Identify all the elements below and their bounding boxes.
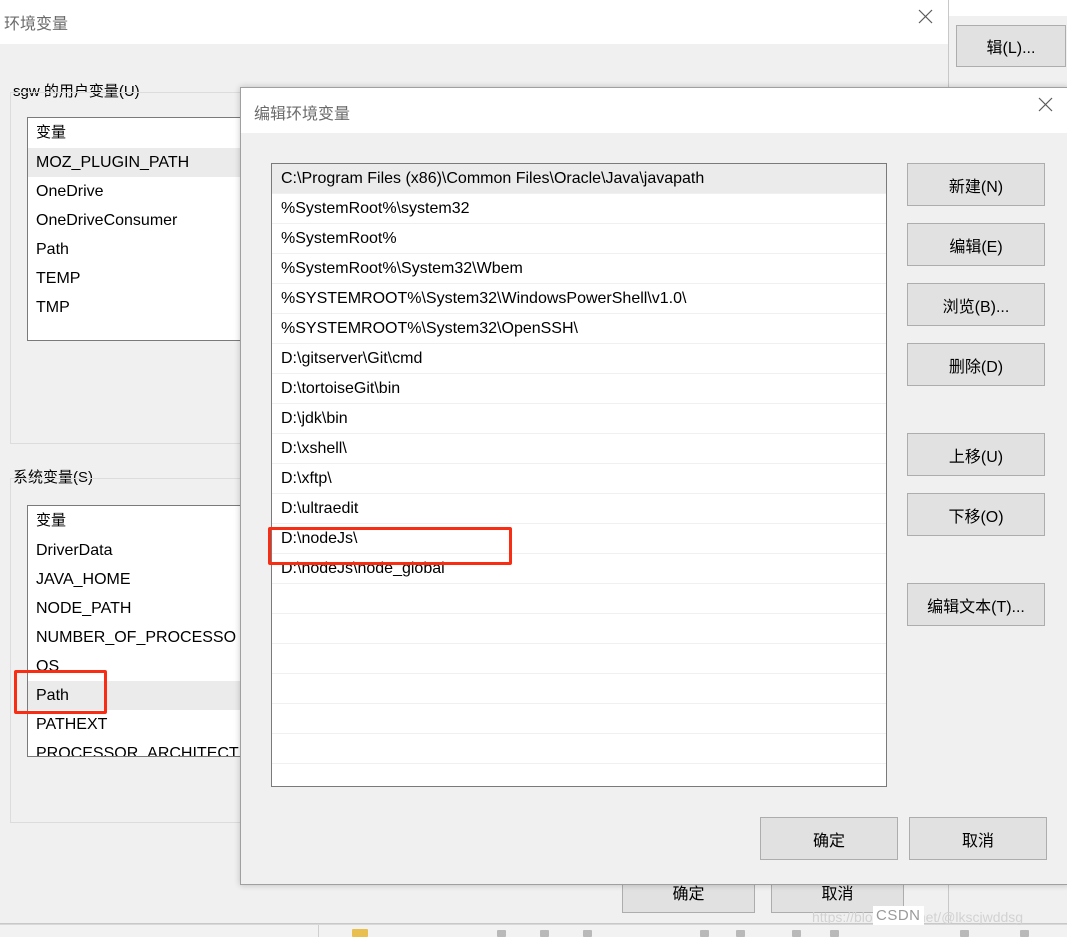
edit-dialog-title: 编辑环境变量	[254, 106, 351, 123]
list-item[interactable]: %SYSTEMROOT%\System32\WindowsPowerShell\…	[272, 284, 886, 314]
list-item[interactable]: %SystemRoot%	[272, 224, 886, 254]
list-item[interactable]: D:\xftp\	[272, 464, 886, 494]
list-item[interactable]: D:\tortoiseGit\bin	[272, 374, 886, 404]
close-icon[interactable]	[902, 0, 948, 32]
close-icon[interactable]	[1022, 88, 1067, 120]
list-item-empty[interactable]	[272, 584, 886, 614]
watermark-badge: CSDN	[873, 906, 924, 925]
list-item[interactable]: D:\xshell\	[272, 434, 886, 464]
edit-text-button[interactable]: 编辑文本(T)...	[907, 583, 1045, 626]
list-item-empty[interactable]	[272, 644, 886, 674]
list-item[interactable]: D:\jdk\bin	[272, 404, 886, 434]
desktop-backdrop-right-top	[949, 0, 1067, 16]
list-item[interactable]: D:\nodeJs\node_global	[272, 554, 886, 584]
list-item-empty[interactable]	[272, 734, 886, 764]
list-item-empty[interactable]	[272, 614, 886, 644]
edit-environment-variable-dialog: 编辑环境变量 C:\Program Files (x86)\Common Fil…	[240, 87, 1067, 885]
taskbar-divider	[318, 925, 319, 937]
move-up-button[interactable]: 上移(U)	[907, 433, 1045, 476]
cancel-button[interactable]: 取消	[909, 817, 1047, 860]
list-item-empty[interactable]	[272, 704, 886, 734]
list-item[interactable]: %SystemRoot%\system32	[272, 194, 886, 224]
list-item[interactable]: %SystemRoot%\System32\Wbem	[272, 254, 886, 284]
bg-window-titlebar: 环境变量	[0, 0, 948, 44]
edit-button[interactable]: 编辑(E)	[907, 223, 1045, 266]
list-item[interactable]: D:\ultraedit	[272, 494, 886, 524]
list-item-empty[interactable]	[272, 764, 886, 786]
taskbar	[0, 924, 1067, 937]
list-item[interactable]: %SYSTEMROOT%\System32\OpenSSH\	[272, 314, 886, 344]
move-down-button[interactable]: 下移(O)	[907, 493, 1045, 536]
new-button[interactable]: 新建(N)	[907, 163, 1045, 206]
delete-button[interactable]: 删除(D)	[907, 343, 1045, 386]
list-item[interactable]: D:\gitserver\Git\cmd	[272, 344, 886, 374]
list-item[interactable]: D:\nodeJs\	[272, 524, 886, 554]
list-item[interactable]: C:\Program Files (x86)\Common Files\Orac…	[272, 164, 886, 194]
browse-button[interactable]: 浏览(B)...	[907, 283, 1045, 326]
bg-window-title: 环境变量	[4, 16, 69, 33]
bg-edit-button-clipped[interactable]: 辑(L)...	[956, 25, 1066, 67]
list-item-empty[interactable]	[272, 674, 886, 704]
path-entries-list[interactable]: C:\Program Files (x86)\Common Files\Orac…	[271, 163, 887, 787]
edit-dialog-titlebar: 编辑环境变量	[241, 88, 1067, 133]
ok-button[interactable]: 确定	[760, 817, 898, 860]
